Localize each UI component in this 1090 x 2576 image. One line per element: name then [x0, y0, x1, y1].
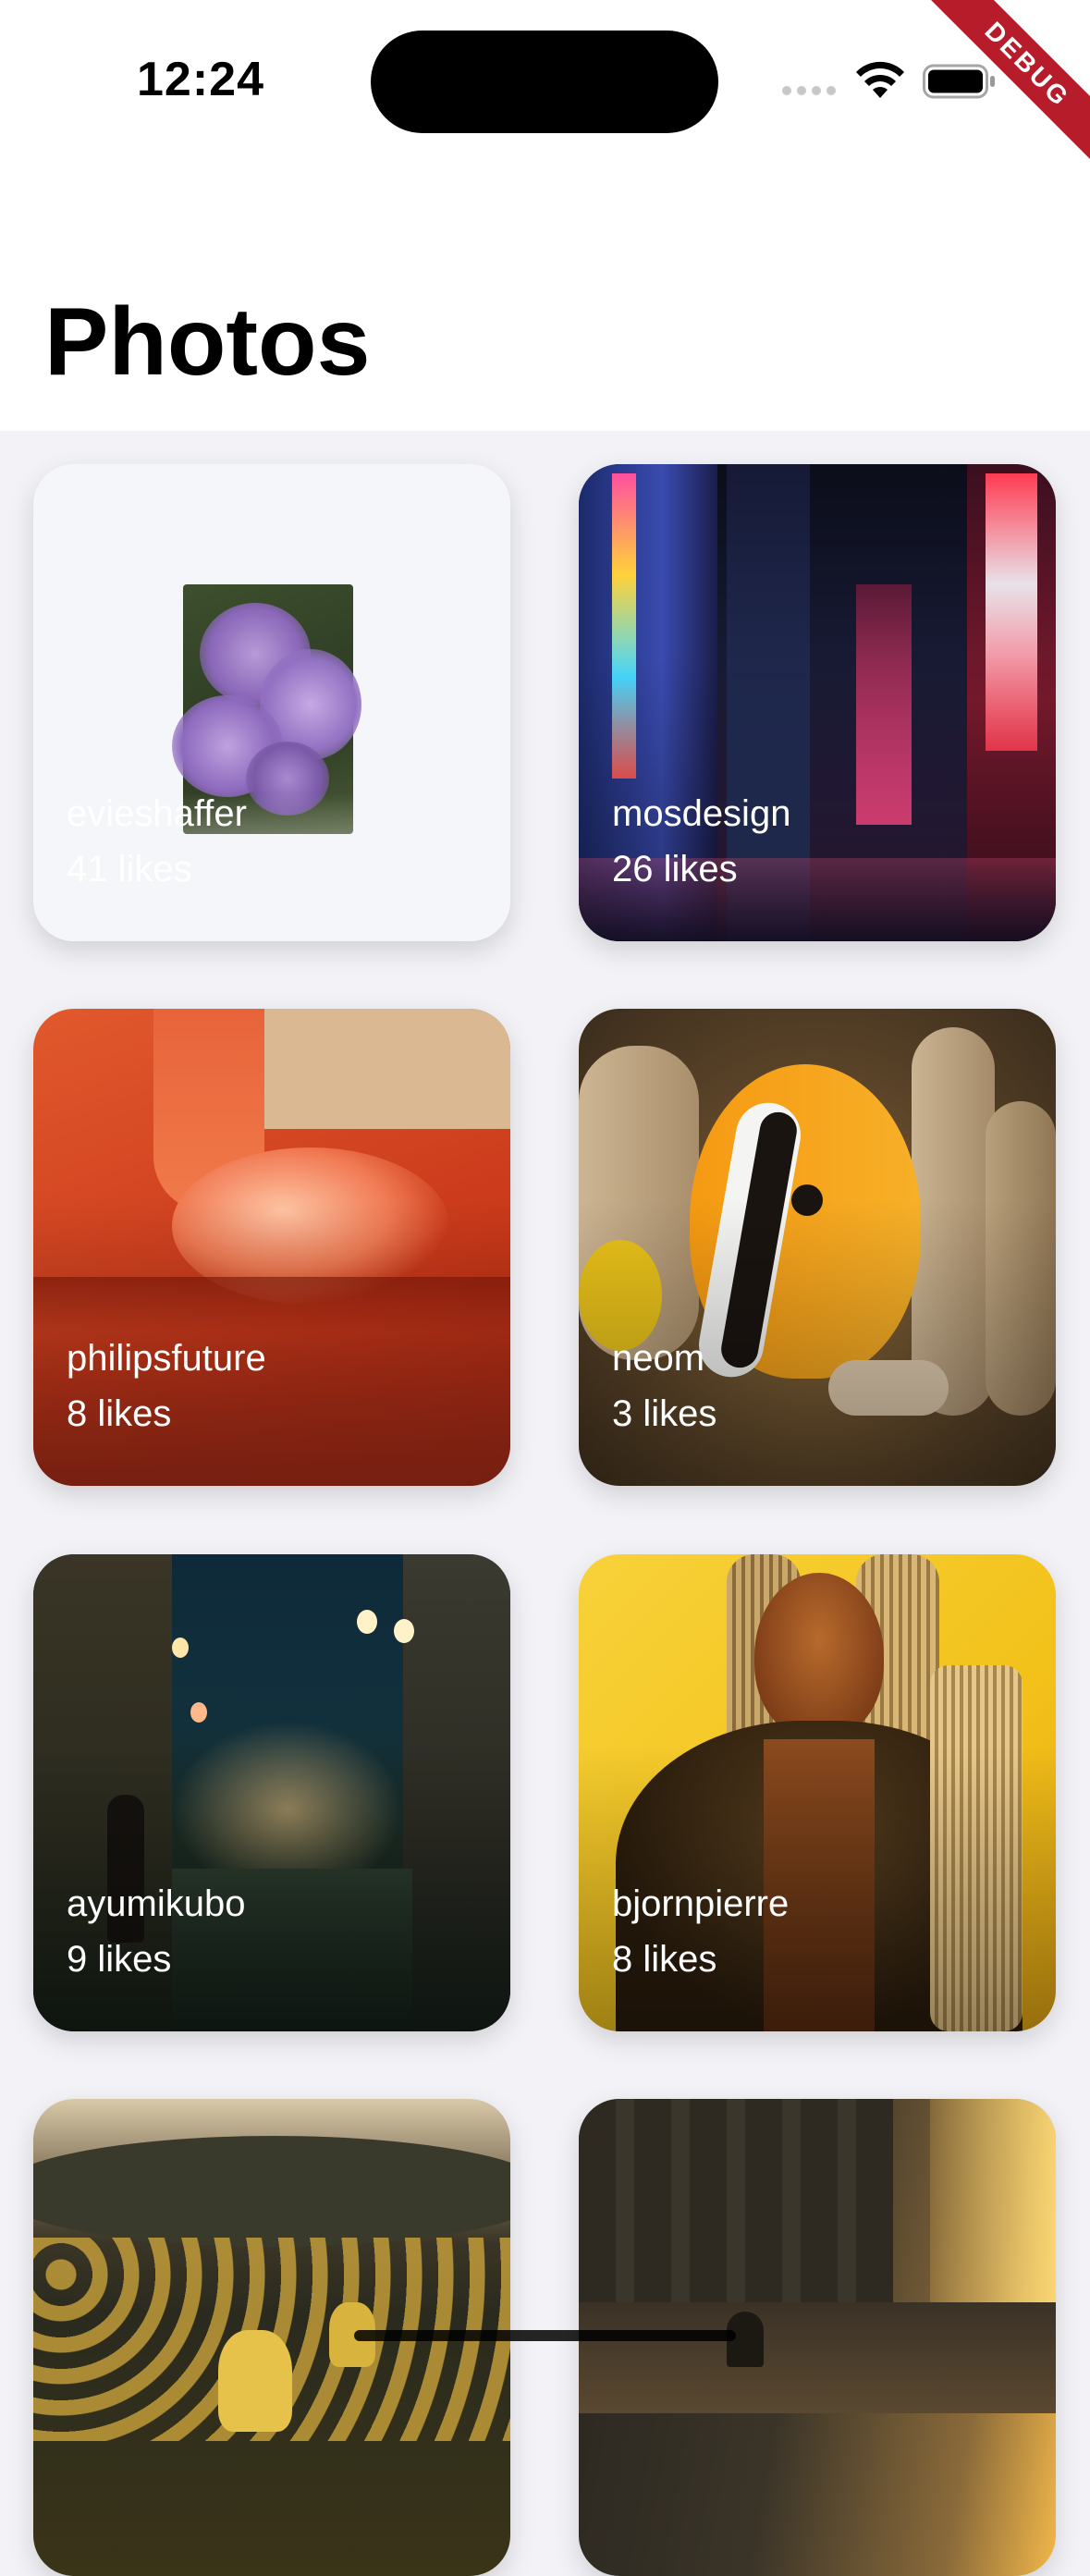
debug-banner: DEBUG	[924, 0, 1090, 166]
photo-author: mosdesign	[612, 793, 791, 834]
photo-card[interactable]: bjornpierre 8 likes	[579, 1554, 1056, 2031]
photo-likes: 8 likes	[612, 1939, 717, 1980]
page-title: Photos	[44, 288, 371, 396]
photo-card[interactable]: neom 3 likes	[579, 1009, 1056, 1486]
dynamic-island	[371, 31, 718, 133]
photo-likes: 8 likes	[67, 1393, 172, 1434]
home-indicator[interactable]	[354, 2330, 736, 2341]
photo-author: philipsfuture	[67, 1338, 266, 1379]
photo-likes: 9 likes	[67, 1939, 172, 1980]
photo-likes: 41 likes	[67, 849, 192, 889]
photo-card[interactable]: philipsfuture 8 likes	[33, 1009, 510, 1486]
photo-likes: 3 likes	[612, 1393, 717, 1434]
photo-card[interactable]: ayumikubo 9 likes	[33, 1554, 510, 2031]
photo-author: neom	[612, 1338, 705, 1379]
photo-author: ayumikubo	[67, 1883, 246, 1924]
debug-banner-label: DEBUG	[926, 0, 1090, 166]
photo-grid: evieshaffer 41 likes mosdesign 26 likes …	[0, 431, 1090, 2576]
photo-author: evieshaffer	[67, 793, 247, 834]
header: 12:24 DEBUG Photos	[0, 0, 1090, 431]
cellular-signal-icon	[782, 86, 836, 95]
wifi-icon	[856, 61, 904, 98]
status-time: 12:24	[137, 53, 264, 106]
photo-likes: 26 likes	[612, 849, 738, 889]
photo-author: bjornpierre	[612, 1883, 790, 1924]
photo-card[interactable]: mosdesign 26 likes	[579, 464, 1056, 941]
photo-card[interactable]: evieshaffer 41 likes	[33, 464, 510, 941]
